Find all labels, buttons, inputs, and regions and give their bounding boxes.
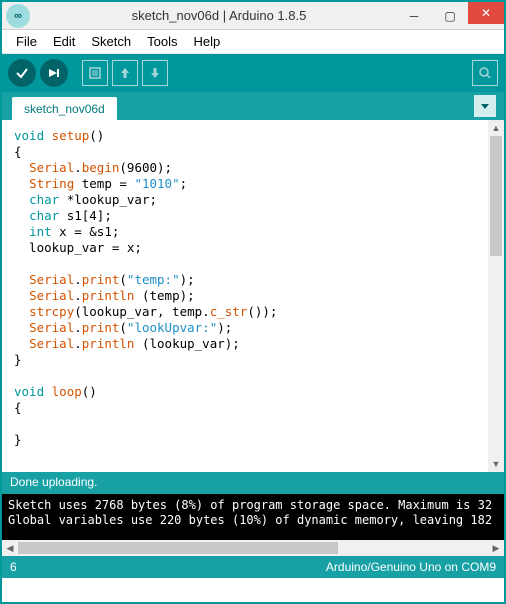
new-sketch-button[interactable]: [82, 60, 108, 86]
menu-help[interactable]: Help: [187, 32, 226, 51]
maximize-button[interactable]: ▢: [432, 5, 468, 27]
console-line-1: Sketch uses 2768 bytes (8%) of program s…: [8, 498, 492, 512]
menubar: File Edit Sketch Tools Help: [2, 30, 504, 54]
scroll-right-arrow-icon[interactable]: ▶: [488, 540, 504, 556]
line-number-indicator: 6: [10, 560, 17, 574]
menu-edit[interactable]: Edit: [47, 32, 81, 51]
menu-sketch[interactable]: Sketch: [85, 32, 137, 51]
arrow-down-icon: [148, 66, 162, 80]
arduino-logo-icon: ∞: [6, 4, 30, 28]
upload-button[interactable]: [40, 59, 68, 87]
console-line-2: Global variables use 220 bytes (10%) of …: [8, 513, 492, 527]
editor-area: void setup() { Serial.begin(9600); Strin…: [2, 120, 504, 472]
scroll-thumb-vertical[interactable]: [490, 136, 502, 256]
scroll-left-arrow-icon[interactable]: ◀: [2, 540, 18, 556]
open-sketch-button[interactable]: [112, 60, 138, 86]
code-editor[interactable]: void setup() { Serial.begin(9600); Strin…: [2, 120, 488, 472]
editor-scrollbar-vertical[interactable]: ▲ ▼: [488, 120, 504, 472]
file-icon: [88, 66, 102, 80]
status-bar: Done uploading.: [2, 472, 504, 494]
menu-tools[interactable]: Tools: [141, 32, 183, 51]
window-title: sketch_nov06d | Arduino 1.8.5: [42, 8, 396, 23]
scroll-down-arrow-icon[interactable]: ▼: [488, 456, 504, 472]
console-output[interactable]: Sketch uses 2768 bytes (8%) of program s…: [2, 494, 504, 540]
arrow-up-icon: [118, 66, 132, 80]
titlebar: ∞ sketch_nov06d | Arduino 1.8.5 ─ ▢ ✕: [2, 2, 504, 30]
arrow-right-icon: [46, 65, 62, 81]
toolbar: [2, 54, 504, 92]
verify-button[interactable]: [8, 59, 36, 87]
minimize-button[interactable]: ─: [396, 5, 432, 27]
console-scrollbar-horizontal[interactable]: ◀ ▶: [2, 540, 504, 556]
tabbar: sketch_nov06d: [2, 92, 504, 120]
footer: 6 Arduino/Genuino Uno on COM9: [2, 556, 504, 578]
check-icon: [14, 65, 30, 81]
magnifier-icon: [478, 66, 492, 80]
close-button[interactable]: ✕: [468, 2, 504, 24]
menu-file[interactable]: File: [10, 32, 43, 51]
chevron-down-icon: [480, 101, 490, 111]
serial-monitor-button[interactable]: [472, 60, 498, 86]
tab-menu-button[interactable]: [474, 95, 496, 117]
board-port-indicator: Arduino/Genuino Uno on COM9: [326, 560, 496, 574]
sketch-tab[interactable]: sketch_nov06d: [12, 97, 117, 120]
scroll-thumb-horizontal[interactable]: [18, 542, 338, 554]
save-sketch-button[interactable]: [142, 60, 168, 86]
scroll-up-arrow-icon[interactable]: ▲: [488, 120, 504, 136]
